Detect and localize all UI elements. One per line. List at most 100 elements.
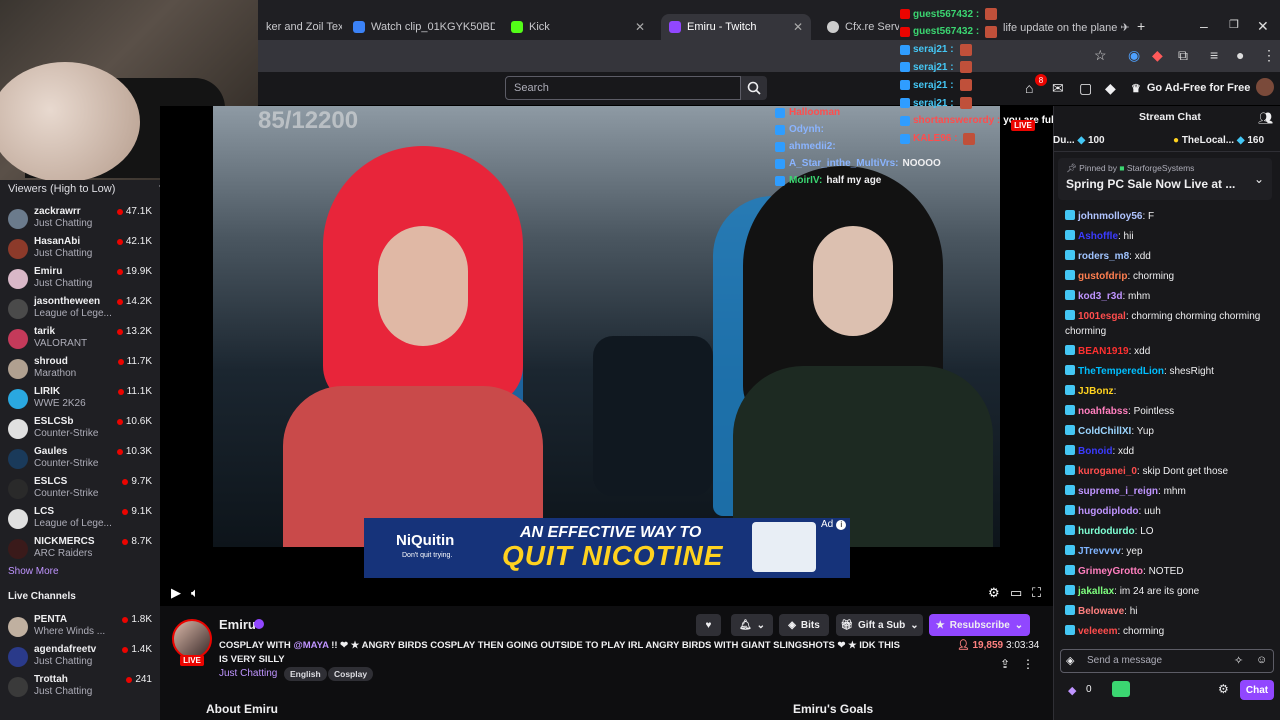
effects-icon[interactable]: ✧ bbox=[1234, 654, 1243, 667]
info-icon[interactable]: i bbox=[836, 519, 847, 530]
follow-heart-button[interactable]: ♥ bbox=[696, 614, 721, 636]
whispers-icon[interactable]: ▢ bbox=[1079, 80, 1092, 97]
chat-username[interactable]: kod3_r3d bbox=[1078, 291, 1122, 302]
chest-icon[interactable] bbox=[1112, 681, 1130, 697]
sidebar-channel[interactable]: NICKMERCS ARC Raiders 8.7K bbox=[6, 536, 152, 566]
chat-username[interactable]: ColdChillXI bbox=[1078, 426, 1131, 437]
sidebar-channel[interactable]: LIRIK WWE 2K26 11.1K bbox=[6, 386, 152, 416]
tab-close-icon[interactable]: ✕ bbox=[635, 20, 645, 34]
chat-message[interactable]: Belowave: hi bbox=[1065, 604, 1275, 619]
settings-gear-icon[interactable]: ⚙ bbox=[988, 585, 1000, 601]
live-channel[interactable]: agendafreetv Just Chatting 1.4K bbox=[6, 644, 152, 674]
leader-2[interactable]: ● TheLocal... ◆ 160 bbox=[1173, 135, 1264, 146]
extension-icon[interactable]: ◆ bbox=[1152, 47, 1163, 64]
extension-icon[interactable]: ◉ bbox=[1128, 47, 1140, 64]
share-icon[interactable]: ⇪ bbox=[1000, 657, 1010, 671]
channel-points-icon[interactable]: ◆ bbox=[1068, 684, 1076, 697]
sidebar-channel[interactable]: LCS League of Lege... 9.1K bbox=[6, 506, 152, 536]
chat-username[interactable]: Bonoid bbox=[1078, 446, 1112, 457]
sidebar-channel[interactable]: zackrawrr Just Chatting 47.1K bbox=[6, 206, 152, 236]
sidebar-channel[interactable]: HasanAbi Just Chatting 42.1K bbox=[6, 236, 152, 266]
user-avatar[interactable] bbox=[1256, 78, 1274, 96]
chat-message[interactable]: GrimeyGrotto: NOTED bbox=[1065, 564, 1275, 579]
browser-tab-6[interactable]: life update on the plane ✈ tr✕ bbox=[995, 14, 1131, 40]
chat-username[interactable]: supreme_i_reign bbox=[1078, 486, 1158, 497]
chat-username[interactable]: BEAN1919 bbox=[1078, 346, 1129, 357]
browser-tab-3[interactable]: Kick ✕ bbox=[503, 14, 653, 40]
chat-message[interactable]: JTrevvvv: yep bbox=[1065, 544, 1275, 559]
chat-message[interactable]: johnmolloy56: F bbox=[1065, 209, 1275, 224]
chat-message[interactable]: roders_m8: xdd bbox=[1065, 249, 1275, 264]
pinned-message[interactable]: 📌︎ Pinned by ■ StarforgeSystems Spring P… bbox=[1058, 158, 1272, 200]
sidebar-channel[interactable]: Gaules Counter-Strike 10.3K bbox=[6, 446, 152, 476]
chat-message[interactable]: hurdodurdo: LO bbox=[1065, 524, 1275, 539]
restore-icon[interactable]: ❐ bbox=[1229, 18, 1239, 31]
sidebar-channel[interactable]: Emiru Just Chatting 19.9K bbox=[6, 266, 152, 296]
search-button[interactable] bbox=[741, 76, 767, 100]
sidebar-sort-header[interactable]: Viewers (High to Low) ⇅ bbox=[8, 182, 168, 195]
more-options-icon[interactable]: ⋮ bbox=[1022, 657, 1034, 671]
media-icon[interactable]: ≡ bbox=[1210, 47, 1218, 63]
browser-menu-icon[interactable]: ⋮ bbox=[1262, 47, 1276, 64]
theatre-mode-icon[interactable]: ▭ bbox=[1010, 585, 1022, 601]
chat-message[interactable]: Bonoid: xdd bbox=[1065, 444, 1275, 459]
live-channel[interactable]: Trottah Just Chatting 241 bbox=[6, 674, 152, 704]
chat-message[interactable]: noahfabss: Pointless bbox=[1065, 404, 1275, 419]
chat-username[interactable]: roders_m8 bbox=[1078, 251, 1129, 262]
category-link[interactable]: Just Chatting bbox=[219, 668, 277, 679]
sidebar-channel[interactable]: ESLCS Counter-Strike 9.7K bbox=[6, 476, 152, 506]
chat-message[interactable]: Ashoffle: hii bbox=[1065, 229, 1275, 244]
chat-username[interactable]: JJBonz bbox=[1078, 386, 1114, 397]
play-icon[interactable]: ▶ bbox=[171, 585, 181, 601]
search-input[interactable]: Search bbox=[505, 76, 741, 100]
chat-settings-icon[interactable]: ⚙ bbox=[1218, 682, 1229, 696]
chat-username[interactable]: gustofdrip bbox=[1078, 271, 1127, 282]
chat-message[interactable]: hugodiplodo: uuh bbox=[1065, 504, 1275, 519]
browser-tab-1[interactable]: ker and Zoil Tex bbox=[258, 14, 342, 40]
minimize-icon[interactable]: – bbox=[1200, 18, 1208, 34]
chat-message[interactable]: veleeem: chorming bbox=[1065, 624, 1275, 639]
new-tab-button[interactable]: + bbox=[1137, 18, 1145, 34]
chat-message[interactable]: kod3_r3d: mhm bbox=[1065, 289, 1275, 304]
resubscribe-button[interactable]: ★ Resubscribe ⌄ bbox=[929, 614, 1030, 636]
chat-username[interactable]: Belowave bbox=[1078, 606, 1124, 617]
gift-sub-button[interactable]: 🎁︎ Gift a Sub ⌄ bbox=[836, 614, 923, 636]
bookmark-star-icon[interactable]: ☆ bbox=[1094, 47, 1107, 64]
chat-username[interactable]: 1001esgal bbox=[1078, 311, 1126, 322]
emote-picker-icon[interactable]: ☺ bbox=[1256, 654, 1267, 666]
browser-tab-5[interactable]: Cfx.re Server List bbox=[819, 14, 899, 40]
sidebar-channel[interactable]: tarik VALORANT 13.2K bbox=[6, 326, 152, 356]
sidebar-channel[interactable]: ESLCSb Counter-Strike 10.6K bbox=[6, 416, 152, 446]
inbox-icon[interactable]: ✉ bbox=[1052, 80, 1064, 97]
chat-send-button[interactable]: Chat bbox=[1240, 680, 1274, 700]
window-close-icon[interactable]: ✕ bbox=[1257, 18, 1269, 35]
chat-message[interactable]: supreme_i_reign: mhm bbox=[1065, 484, 1275, 499]
chat-message[interactable]: gustofdrip: chorming bbox=[1065, 269, 1275, 284]
mute-icon[interactable]: 🔈︎ bbox=[191, 585, 199, 601]
notifications-button[interactable]: 🔔︎ ⌄ bbox=[731, 614, 773, 636]
community-icon[interactable]: 👥︎ bbox=[1258, 111, 1273, 125]
leader-1[interactable]: Du... ◆ 100 bbox=[1053, 135, 1105, 146]
chat-username[interactable]: jakallax bbox=[1078, 586, 1114, 597]
profile-icon[interactable]: ● bbox=[1236, 47, 1244, 63]
chat-username[interactable]: hugodiplodo bbox=[1078, 506, 1139, 517]
mention-link[interactable]: @MAYA bbox=[293, 640, 328, 651]
fullscreen-icon[interactable]: ⛶ bbox=[1032, 585, 1041, 601]
sidebar-channel[interactable]: jasontheween League of Lege... 14.2K bbox=[6, 296, 152, 326]
chat-username[interactable]: Ashoffle bbox=[1078, 231, 1118, 242]
chat-username[interactable]: johnmolloy56 bbox=[1078, 211, 1142, 222]
chat-message[interactable]: TheTemperedLion: shesRight bbox=[1065, 364, 1275, 379]
chat-username[interactable]: noahfabss bbox=[1078, 406, 1128, 417]
tab-close-icon[interactable]: ✕ bbox=[793, 20, 803, 34]
tag-cosplay[interactable]: Cosplay bbox=[328, 667, 374, 681]
show-more-link[interactable]: Show More bbox=[8, 566, 59, 577]
chat-message[interactable]: jakallax: im 24 are its gone bbox=[1065, 584, 1275, 599]
sidebar-channel[interactable]: shroud Marathon 11.7K bbox=[6, 356, 152, 386]
streamer-avatar[interactable] bbox=[172, 619, 212, 659]
streamer-name[interactable]: Emiru bbox=[219, 617, 256, 632]
tag-english[interactable]: English bbox=[284, 667, 327, 681]
bits-button[interactable]: ◈ Bits bbox=[779, 614, 829, 636]
chat-message[interactable]: kuroganei_0: skip Dont get those bbox=[1065, 464, 1275, 479]
prime-loot-icon[interactable]: ⌂ bbox=[1025, 80, 1033, 96]
chat-username[interactable]: TheTemperedLion bbox=[1078, 366, 1164, 377]
